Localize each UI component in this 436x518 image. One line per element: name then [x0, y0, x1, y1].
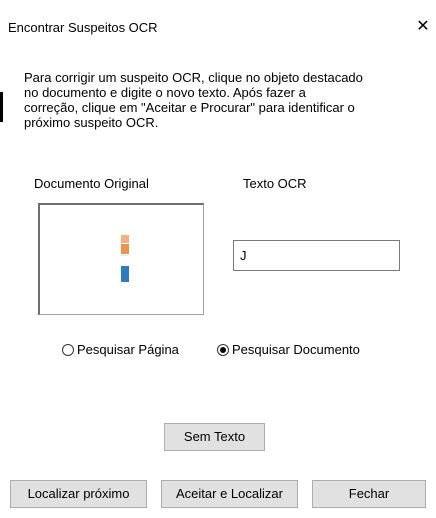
- instructions-text: Para corrigir um suspeito OCR, clique no…: [24, 70, 363, 130]
- find-next-button[interactable]: Localizar próximo: [10, 480, 147, 508]
- radio-search-page-label: Pesquisar Página: [77, 342, 179, 357]
- ocr-text-input[interactable]: [233, 240, 400, 271]
- radio-search-document[interactable]: Pesquisar Documento: [217, 342, 360, 357]
- accept-and-find-button[interactable]: Aceitar e Localizar: [161, 480, 298, 508]
- original-document-preview: [38, 203, 204, 315]
- suspect-glyph-image: [121, 235, 129, 283]
- close-button[interactable]: Fechar: [312, 480, 426, 508]
- window-edge: [0, 92, 3, 122]
- dialog-title: Encontrar Suspeitos OCR: [8, 20, 158, 35]
- ocr-text-label: Texto OCR: [243, 176, 307, 191]
- radio-search-document-label: Pesquisar Documento: [232, 342, 360, 357]
- find-ocr-suspects-dialog: Encontrar Suspeitos OCR ✕ Para corrigir …: [0, 0, 436, 518]
- no-text-button[interactable]: Sem Texto: [164, 423, 265, 451]
- title-bar: Encontrar Suspeitos OCR ✕: [0, 0, 436, 58]
- radio-button-checked[interactable]: [217, 343, 229, 356]
- radio-search-page[interactable]: Pesquisar Página: [62, 342, 179, 357]
- close-icon[interactable]: ✕: [412, 16, 434, 38]
- original-document-label: Documento Original: [34, 176, 149, 191]
- radio-button-unchecked[interactable]: [62, 343, 74, 356]
